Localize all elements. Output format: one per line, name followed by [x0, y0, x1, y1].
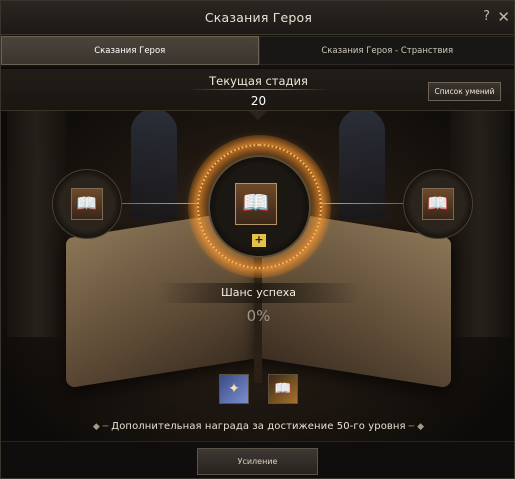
diamond-right-icon: ─ ◆ — [405, 422, 425, 432]
book-icon: 📖 — [242, 191, 270, 216]
skills-list-button[interactable]: Список умений — [428, 82, 501, 101]
reward-book-icon: 📖 — [274, 381, 292, 397]
tab-hero-tales[interactable]: Сказания Героя — [1, 36, 259, 65]
previous-stage-node[interactable]: 📖 — [52, 169, 122, 239]
book-icon: 📖 — [76, 193, 98, 214]
stage-divider — [189, 89, 329, 90]
question-mark-icon[interactable]: ? — [483, 9, 490, 24]
bonus-reward-caption: ◆ ─ Дополнительная награда за достижение… — [1, 421, 514, 432]
hero-tales-window: Сказания Героя ? ✕ Сказания Героя Сказан… — [0, 0, 515, 479]
enhance-button[interactable]: Усиление — [197, 448, 318, 475]
reward-item-2[interactable]: 📖 — [268, 374, 298, 404]
next-stage-node[interactable]: 📖 — [403, 169, 473, 239]
current-stage-slot[interactable]: 📖 — [235, 183, 277, 225]
stage-pointer — [249, 111, 267, 120]
success-chance-value: 0% — [246, 307, 271, 325]
stage-header: Текущая стадия 20 Список умений — [1, 69, 514, 111]
success-chance-label: Шанс успеха — [220, 286, 296, 299]
reward-map-icon: ✦ — [228, 381, 240, 397]
close-icon[interactable]: ✕ — [497, 8, 510, 26]
window-title: Сказания Героя — [204, 10, 313, 25]
add-material-button[interactable]: + — [252, 234, 266, 247]
title-bar: Сказания Героя ? ✕ — [1, 1, 514, 35]
tab-hero-tales-wanderings[interactable]: Сказания Героя - Странствия — [258, 36, 514, 65]
bonus-reward-text: Дополнительная награда за достижение 50-… — [111, 421, 406, 432]
progression-scene: Текущая стадия 20 Список умений 📖 📖 📖 + … — [1, 67, 514, 441]
footer-bar: Усиление — [1, 441, 514, 478]
next-stage-slot[interactable]: 📖 — [422, 188, 454, 220]
diamond-left-icon: ◆ ─ — [92, 422, 112, 432]
previous-stage-slot[interactable]: 📖 — [71, 188, 103, 220]
book-icon: 📖 — [427, 193, 449, 214]
reward-item-1[interactable]: ✦ — [219, 374, 249, 404]
connector-right — [319, 203, 411, 204]
tab-bar: Сказания Героя Сказания Героя - Странств… — [1, 36, 514, 65]
